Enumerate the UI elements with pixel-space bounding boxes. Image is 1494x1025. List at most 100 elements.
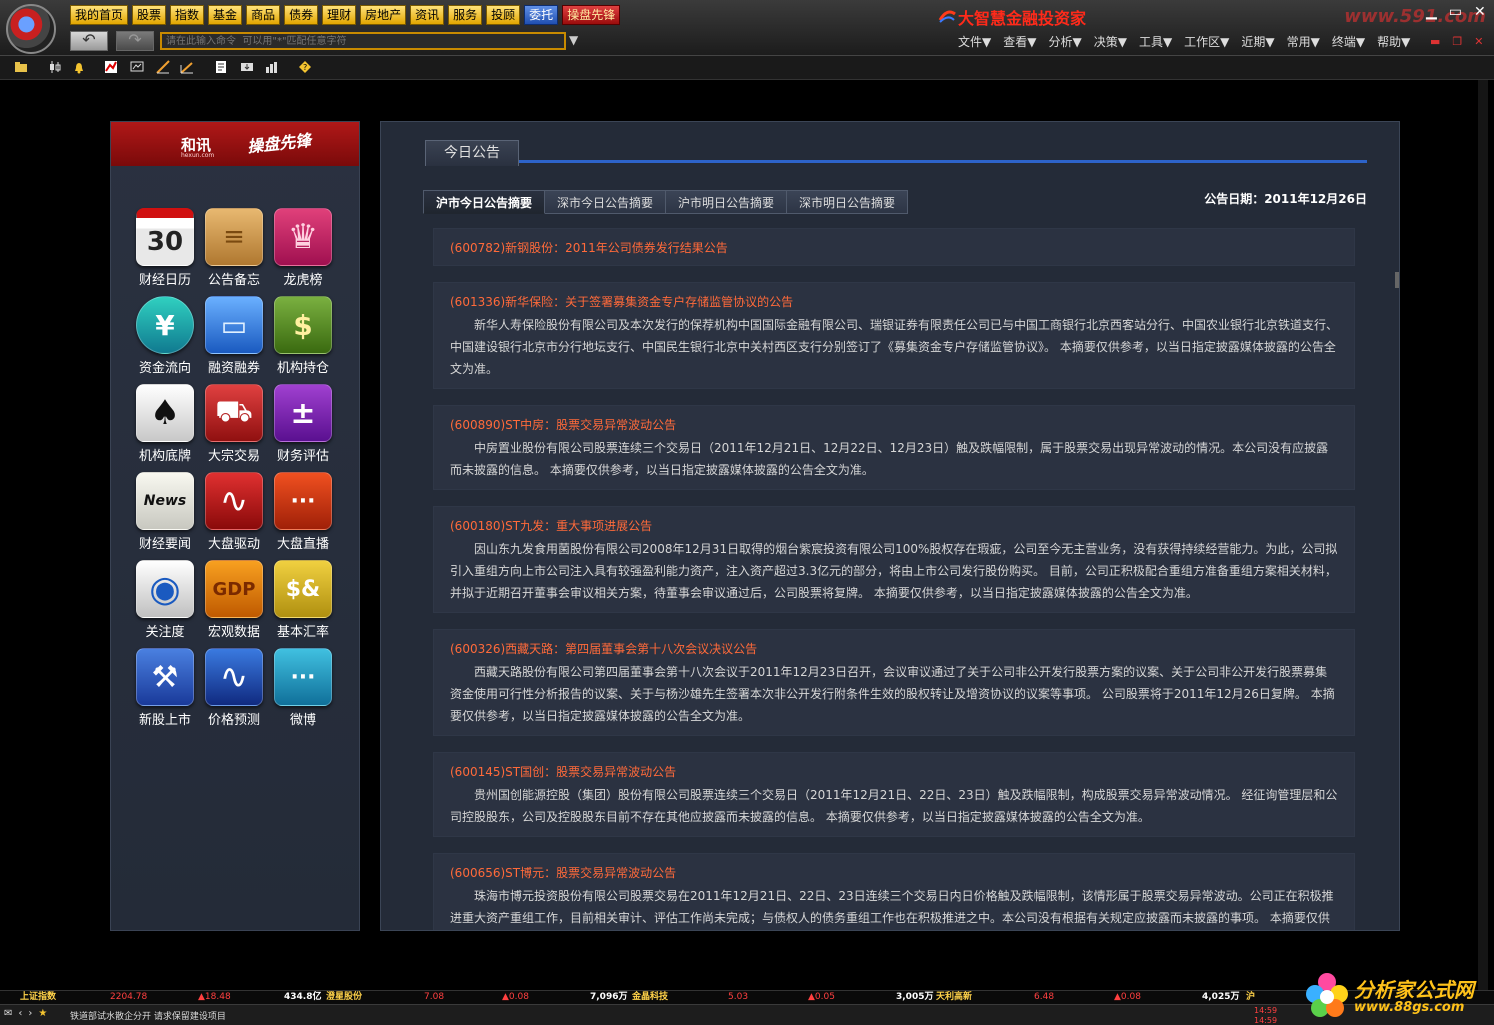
announcement-title[interactable]: (600145)ST国创：股票交易异常波动公告 [450,763,1338,781]
subtab-sz-tomorrow[interactable]: 深市明日公告摘要 [787,190,909,214]
folder-icon[interactable] [14,60,28,74]
app-tile[interactable]: ♛ 龙虎榜 [269,208,337,288]
nav-info[interactable]: 资讯 [410,5,445,25]
star-icon[interactable]: ★ [38,1008,47,1019]
nav-index[interactable]: 指数 [170,5,205,25]
app-tile[interactable]: ◉ 关注度 [131,560,199,640]
nav-realestate[interactable]: 房地产 [360,5,407,25]
nav-advisor[interactable]: 投顾 [486,5,521,25]
menu-file[interactable]: 文件▼ [958,33,991,50]
nav-wealth[interactable]: 理财 [322,5,357,25]
announcement-title[interactable]: (601336)新华保险：关于签署募集资金专户存储监管协议的公告 [450,293,1338,311]
prev-icon[interactable]: ‹ [18,1008,22,1019]
wave-icon[interactable]: ∿ [205,648,263,706]
subtab-sh-tomorrow[interactable]: 沪市明日公告摘要 [666,190,788,214]
nav-service[interactable]: 服务 [448,5,483,25]
vertical-scrollbar[interactable] [1478,80,1488,990]
subtab-sz-today[interactable]: 深市今日公告摘要 [545,190,667,214]
announcement-title[interactable]: (600782)新钢股份：2011年公司债券发行结果公告 [450,239,1338,257]
close-icon[interactable]: ✕ [1474,4,1486,20]
app-tile[interactable]: ± 财务评估 [269,384,337,464]
report-icon[interactable] [214,60,228,74]
nav-stocks[interactable]: 股票 [132,5,167,25]
scroll-thumb[interactable] [1395,272,1399,288]
cash-flow-icon[interactable]: ¥ [136,296,194,354]
command-dropdown-icon[interactable]: ▼ [569,33,578,47]
app-tile[interactable]: $& 基本汇率 [269,560,337,640]
download-icon[interactable] [240,60,254,74]
app-tile[interactable]: ··· 微博 [269,648,337,728]
app-tile[interactable]: ▭ 融资融券 [200,296,268,376]
announcement-title[interactable]: (600890)ST中房：股票交易异常波动公告 [450,416,1338,434]
menu-common[interactable]: 常用▼ [1287,33,1320,50]
currency-icon[interactable]: $& [274,560,332,618]
eye-icon[interactable]: ◉ [136,560,194,618]
chart-bars-icon[interactable] [264,60,278,74]
back-button[interactable]: ↶ [70,31,108,51]
restore-icon[interactable]: ▭ [1449,4,1462,20]
news-scroll-text[interactable]: 铁道部试水散企分开 请求保留建设项目 [70,1009,226,1022]
app-tile[interactable]: ≡ 公告备忘 [200,208,268,288]
news-icon[interactable]: News [136,472,194,530]
nav-home[interactable]: 我的首页 [70,5,129,25]
tab-today-announcement[interactable]: 今日公告 [425,140,519,166]
app-tile[interactable]: News 财经要闻 [131,472,199,552]
ticker-trailing-name[interactable]: 沪 [1246,991,1255,1004]
forward-button[interactable]: ↷ [116,31,154,51]
subtab-sh-today[interactable]: 沪市今日公告摘要 [423,190,546,214]
credit-card-icon[interactable]: ▭ [205,296,263,354]
spade-card-icon[interactable]: ♠ [136,384,194,442]
menu-view[interactable]: 查看▼ [1003,33,1036,50]
menu-terminal[interactable]: 终端▼ [1332,33,1365,50]
crown-icon[interactable]: ♛ [274,208,332,266]
app-tile[interactable]: ⛟ 大宗交易 [200,384,268,464]
chat-bubble-icon[interactable]: ··· [274,472,332,530]
money-bag-icon[interactable]: $ [274,296,332,354]
gavel-icon[interactable]: ⚒ [136,648,194,706]
sub-close-icon[interactable]: ✕ [1474,35,1483,48]
nav-caopan[interactable]: 操盘先锋 [562,5,621,25]
nav-fund[interactable]: 基金 [208,5,243,25]
gdp-icon[interactable]: GDP [205,560,263,618]
candlestick-icon[interactable] [48,60,62,74]
alert-bell-icon[interactable] [72,60,86,74]
notepad-icon[interactable]: ≡ [205,208,263,266]
app-tile[interactable]: ··· 大盘直播 [269,472,337,552]
announcement-title[interactable]: (600180)ST九发：重大事项进展公告 [450,517,1338,535]
shopping-cart-icon[interactable]: ⛟ [205,384,263,442]
menu-help[interactable]: 帮助▼ [1377,33,1410,50]
chart-red-icon[interactable] [104,60,118,74]
ticker-stock-name[interactable]: 澄星股份 [326,991,362,1004]
calculator-icon[interactable]: ± [274,384,332,442]
app-tile[interactable]: ♠ 机构底牌 [131,384,199,464]
nav-commodity[interactable]: 商品 [246,5,281,25]
speech-bubble-icon[interactable]: ··· [274,648,332,706]
menu-recent[interactable]: 近期▼ [1241,33,1274,50]
menu-tools[interactable]: 工具▼ [1139,33,1172,50]
draw-line-icon[interactable] [156,60,170,74]
menu-workspace[interactable]: 工作区▼ [1184,33,1229,50]
ticker-stock-name[interactable]: 天利高新 [936,991,972,1004]
nav-trade[interactable]: 委托 [524,5,559,25]
sub-restore-icon[interactable]: ❐ [1452,35,1462,48]
sub-minimize-icon[interactable]: ▬ [1430,35,1440,48]
announcement-title[interactable]: (600656)ST博元：股票交易异常波动公告 [450,864,1338,882]
app-tile[interactable]: 30 财经日历 [131,208,199,288]
help-diamond-icon[interactable]: ? [298,60,312,74]
app-logo-icon[interactable] [6,4,56,54]
draw-angle-icon[interactable] [180,60,194,74]
nav-bond[interactable]: 债券 [284,5,319,25]
mail-icon[interactable]: ✉ [4,1008,12,1019]
pulse-icon[interactable]: ∿ [205,472,263,530]
app-tile[interactable]: ⚒ 新股上市 [131,648,199,728]
app-tile[interactable]: $ 机构持仓 [269,296,337,376]
menu-analysis[interactable]: 分析▼ [1048,33,1081,50]
menu-decision[interactable]: 决策▼ [1094,33,1127,50]
app-tile[interactable]: ∿ 价格预测 [200,648,268,728]
announcement-title[interactable]: (600326)西藏天路：第四届董事会第十八次会议决议公告 [450,640,1338,658]
app-tile[interactable]: ¥ 资金流向 [131,296,199,376]
monitor-icon[interactable] [130,60,144,74]
ticker-index-name[interactable]: 上证指数 [20,991,56,1004]
ticker-stock-name[interactable]: 金晶科技 [632,991,668,1004]
next-icon[interactable]: › [28,1008,32,1019]
